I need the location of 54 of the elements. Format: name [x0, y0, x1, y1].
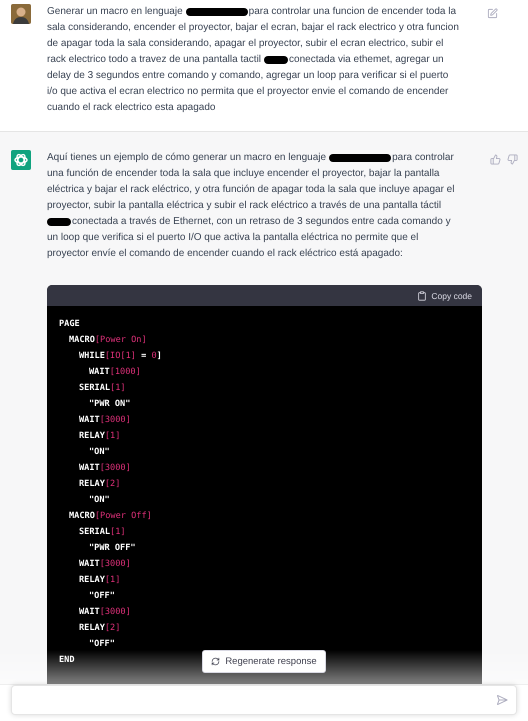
message-text: una función de encender toda la sala que incluye encender el proyector, bajar la pantalla — [47, 167, 440, 181]
thumbs-down-icon[interactable] — [507, 154, 518, 165]
refresh-icon — [211, 657, 220, 666]
redaction-mark — [47, 218, 71, 226]
message-text: Aquí tienes un ejemplo de cómo generar un macro en lenguaje — [47, 151, 326, 165]
code-line: RELAY[2] — [79, 623, 120, 633]
message-text: de apagar toda la sala considerando, apagar el proyector, subir el ecran electrico, subir el — [47, 37, 444, 51]
message-text: un loop que verifica si el puerto I/O que activa la pantalla eléctrica no permite que el — [47, 231, 418, 245]
code-line: "PWR OFF" — [89, 543, 136, 553]
code-line: WAIT[3000] — [79, 415, 131, 425]
user-avatar — [11, 4, 31, 24]
code-line: END — [59, 655, 75, 665]
message-text: conectada a través de Ethernet, con un retraso de 3 segundos entre cada comando y — [72, 215, 451, 229]
message-text: para controlar una funcion de encender toda la — [248, 5, 456, 19]
message-text: i/o que activa el ecran electrico no permita que el proyector envie el comando de encender — [47, 85, 448, 99]
message-text: eléctrica y bajar el rack eléctrico, y otra función de apagar toda la sala que incluye apagar el — [47, 183, 454, 197]
edit-icon[interactable] — [487, 8, 498, 19]
code-line: WAIT[3000] — [79, 559, 131, 569]
message-text: sala considerando, encender el proyector, bajar el ecran, bajar el rack electrico y otra funcion — [47, 21, 459, 35]
clipboard-icon — [417, 290, 428, 300]
message-text: delay de 3 segundos entre comando y comando, agregar un loop para verificar si el puerto — [47, 69, 448, 83]
message-text: rack electrico todo a travez de una pantalla tactil — [47, 53, 262, 67]
redaction-mark — [186, 8, 248, 16]
message-text: conectada via ethemet, agregar un — [289, 53, 444, 67]
code-line: MACRO[Power Off] — [69, 511, 152, 521]
code-line: RELAY[1] — [79, 431, 120, 441]
code-line: RELAY[2] — [79, 479, 120, 489]
code-line: "OFF" — [89, 591, 115, 601]
code-line: "PWR ON" — [89, 399, 130, 409]
code-line: WHILE[IO[1] = 0] — [79, 351, 162, 361]
code-line: WAIT[3000] — [79, 463, 131, 473]
code-line: MACRO[Power On] — [69, 335, 147, 345]
code-line: WAIT[1000] — [89, 367, 141, 377]
message-text: cuando el rack electrico esta apagado — [47, 101, 216, 115]
code-line: "ON" — [89, 447, 110, 457]
send-icon[interactable] — [496, 694, 508, 706]
message-text: proyector envíe el comando de encender cuando el rack eléctrico está apagado: — [47, 247, 403, 261]
code-line: "ON" — [89, 495, 110, 505]
thumbs-up-icon[interactable] — [490, 154, 501, 165]
message-input-field[interactable] — [11, 685, 517, 715]
assistant-avatar — [11, 150, 31, 170]
redaction-mark — [264, 56, 288, 64]
regenerate-response-button[interactable]: Regenerate response — [202, 650, 326, 673]
code-line: "OFF" — [89, 639, 115, 649]
copy-code-button[interactable]: Copy code — [417, 290, 472, 300]
code-line: PAGE — [59, 319, 80, 329]
message-text: para controlar — [392, 151, 454, 165]
code-line: WAIT[3000] — [79, 607, 131, 617]
code-line: SERIAL[1] — [79, 527, 126, 537]
redaction-mark — [329, 154, 392, 162]
code-line: RELAY[1] — [79, 575, 120, 585]
message-text: Generar un macro en lenguaje — [47, 5, 183, 19]
code-line: SERIAL[1] — [79, 383, 126, 393]
message-text: proyector, subir la pantalla eléctrica y subir el rack eléctrico a través de una pantalla táctil — [47, 199, 442, 213]
